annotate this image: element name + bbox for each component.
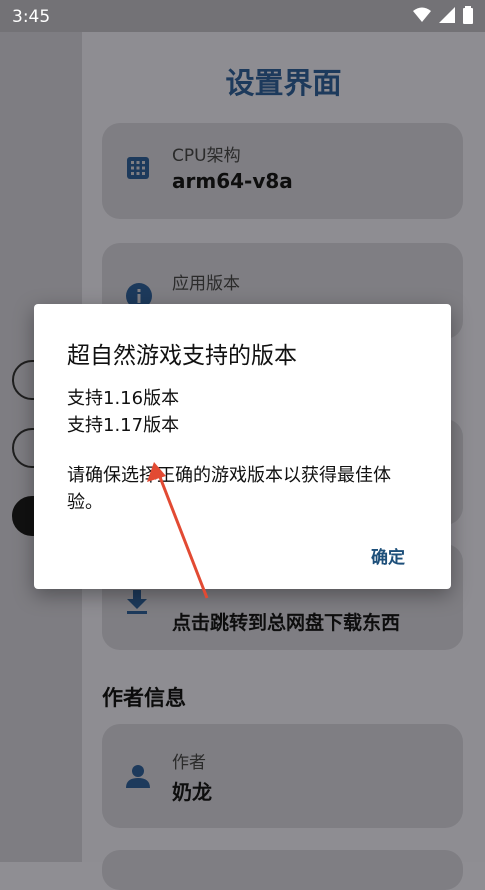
annotation-arrow <box>147 462 209 599</box>
